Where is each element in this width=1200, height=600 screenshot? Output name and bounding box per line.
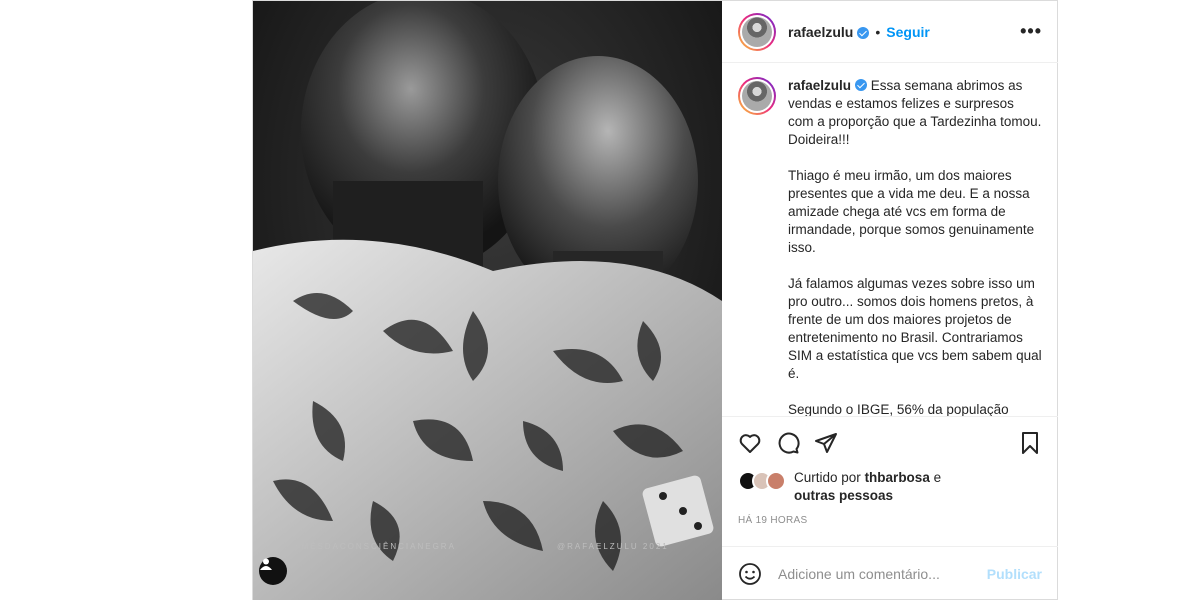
caption-text: rafaelzulu Essa semana abrimos as vendas… bbox=[788, 77, 1042, 417]
likes-summary: Curtido por thbarbosa e outras pessoas bbox=[722, 469, 1058, 509]
caption-paragraph: Segundo o IBGE, 56% da população bbox=[788, 402, 1009, 417]
likes-others-link[interactable]: outras pessoas bbox=[794, 488, 893, 503]
likes-prefix: Curtido por bbox=[794, 470, 861, 485]
like-heart-icon[interactable] bbox=[738, 431, 762, 455]
avatar[interactable] bbox=[738, 12, 776, 51]
likes-text: Curtido por thbarbosa e outras pessoas bbox=[794, 469, 941, 505]
comment-bar: Adicione um comentário... Publicar bbox=[722, 546, 1058, 600]
verified-icon bbox=[855, 79, 868, 91]
post-sidebar: rafaelzulu • Seguir ••• rafaelzulu Essa … bbox=[722, 1, 1058, 600]
share-send-icon[interactable] bbox=[814, 431, 838, 455]
likes-conj: e bbox=[933, 470, 942, 485]
caption-avatar[interactable] bbox=[738, 77, 776, 115]
post-dialog: #MÊSDACONSCIÊNCIANEGRA @RAFAELZULU 2021 … bbox=[252, 0, 1058, 600]
user-icon bbox=[260, 558, 272, 570]
more-options-icon[interactable]: ••• bbox=[1020, 21, 1042, 42]
caption-section[interactable]: rafaelzulu Essa semana abrimos as vendas… bbox=[722, 63, 1058, 417]
caption-paragraph: Já falamos algumas vezes sobre isso um p… bbox=[788, 276, 1042, 381]
bookmark-icon[interactable] bbox=[1018, 431, 1042, 455]
photo-illustration bbox=[253, 1, 722, 600]
header-username[interactable]: rafaelzulu bbox=[788, 24, 853, 40]
caption-paragraph: Thiago é meu irmão, um dos maiores prese… bbox=[788, 168, 1035, 255]
photo-watermark-hashtag: #MÊSDACONSCIÊNCIANEGRA bbox=[295, 542, 456, 551]
comment-input[interactable]: Adicione um comentário... bbox=[778, 566, 987, 582]
caption-username[interactable]: rafaelzulu bbox=[788, 78, 851, 93]
comment-bubble-icon[interactable] bbox=[776, 431, 800, 455]
likes-user-link[interactable]: thbarbosa bbox=[865, 470, 930, 485]
separator-dot: • bbox=[875, 23, 881, 40]
action-bar bbox=[722, 417, 1058, 469]
tagged-users-button[interactable] bbox=[259, 557, 287, 585]
verified-icon bbox=[857, 26, 870, 39]
liker-avatar bbox=[766, 471, 786, 491]
follow-button[interactable]: Seguir bbox=[886, 24, 930, 40]
post-header: rafaelzulu • Seguir ••• bbox=[722, 1, 1058, 63]
emoji-icon[interactable] bbox=[738, 562, 762, 586]
post-photo[interactable]: #MÊSDACONSCIÊNCIANEGRA @RAFAELZULU 2021 bbox=[253, 1, 722, 600]
liker-avatars[interactable] bbox=[738, 471, 794, 491]
photo-watermark-handle: @RAFAELZULU 2021 bbox=[557, 542, 669, 551]
post-timestamp[interactable]: HÁ 19 HORAS bbox=[722, 509, 1058, 539]
publish-button[interactable]: Publicar bbox=[987, 566, 1042, 582]
